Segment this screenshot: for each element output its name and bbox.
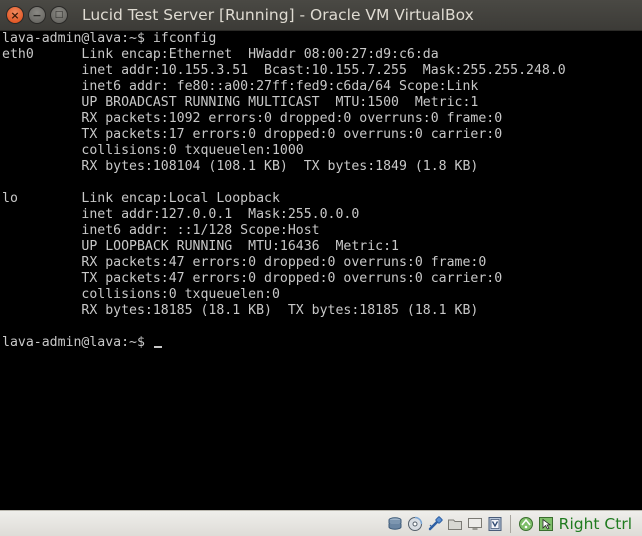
hard-disk-icon[interactable] — [386, 515, 404, 533]
vm-statusbar: Right Ctrl — [0, 510, 642, 536]
mouse-integration-icon[interactable] — [537, 515, 555, 533]
terminal-line: RX packets:47 errors:0 dropped:0 overrun… — [2, 255, 487, 270]
host-key-label[interactable]: Right Ctrl — [559, 515, 632, 533]
terminal-line: inet6 addr: ::1/128 Scope:Host — [2, 223, 320, 238]
network-icon[interactable] — [517, 515, 535, 533]
terminal-line: RX bytes:108104 (108.1 KB) TX bytes:1849… — [2, 159, 479, 174]
terminal-line: eth0 Link encap:Ethernet HWaddr 08:00:27… — [2, 47, 439, 62]
terminal-line: RX packets:1092 errors:0 dropped:0 overr… — [2, 111, 503, 126]
window-title: Lucid Test Server [Running] - Oracle VM … — [82, 6, 474, 24]
close-button[interactable]: × — [6, 6, 24, 24]
close-icon: × — [10, 8, 20, 22]
window-controls: × − □ — [6, 6, 68, 24]
statusbar-separator — [509, 514, 511, 533]
maximize-button[interactable]: □ — [50, 6, 68, 24]
minimize-button[interactable]: − — [28, 6, 46, 24]
terminal-prompt: lava-admin@lava:~$ — [2, 335, 153, 350]
terminal-line: inet addr:10.155.3.51 Bcast:10.155.7.255… — [2, 63, 566, 78]
terminal-screen[interactable]: lava-admin@lava:~$ ifconfig eth0 Link en… — [0, 31, 642, 510]
shared-folders-icon[interactable] — [446, 515, 464, 533]
terminal-line: lava-admin@lava:~$ ifconfig — [2, 31, 217, 46]
device-indicators: Right Ctrl — [386, 514, 632, 533]
terminal-line: UP LOOPBACK RUNNING MTU:16436 Metric:1 — [2, 239, 399, 254]
terminal-line: collisions:0 txqueuelen:1000 — [2, 143, 304, 158]
minimize-icon: − — [32, 8, 42, 22]
terminal-line: TX packets:17 errors:0 dropped:0 overrun… — [2, 127, 503, 142]
terminal-line: RX bytes:18185 (18.1 KB) TX bytes:18185 … — [2, 303, 479, 318]
display-icon[interactable] — [466, 515, 484, 533]
terminal-line: UP BROADCAST RUNNING MULTICAST MTU:1500 … — [2, 95, 479, 110]
terminal-line: TX packets:47 errors:0 dropped:0 overrun… — [2, 271, 503, 286]
terminal-prompt-line[interactable]: lava-admin@lava:~$ — [2, 335, 642, 351]
text-cursor — [153, 346, 162, 348]
optical-drive-icon[interactable] — [406, 515, 424, 533]
window-titlebar[interactable]: × − □ Lucid Test Server [Running] - Orac… — [0, 0, 642, 31]
terminal-line: inet6 addr: fe80::a00:27ff:fed9:c6da/64 … — [2, 79, 479, 94]
terminal-line: lo Link encap:Local Loopback — [2, 191, 280, 206]
maximize-icon: □ — [54, 9, 64, 20]
usb-icon[interactable] — [426, 515, 444, 533]
terminal-line: inet addr:127.0.0.1 Mask:255.0.0.0 — [2, 207, 360, 222]
video-capture-icon[interactable] — [486, 515, 504, 533]
terminal-line: collisions:0 txqueuelen:0 — [2, 287, 280, 302]
